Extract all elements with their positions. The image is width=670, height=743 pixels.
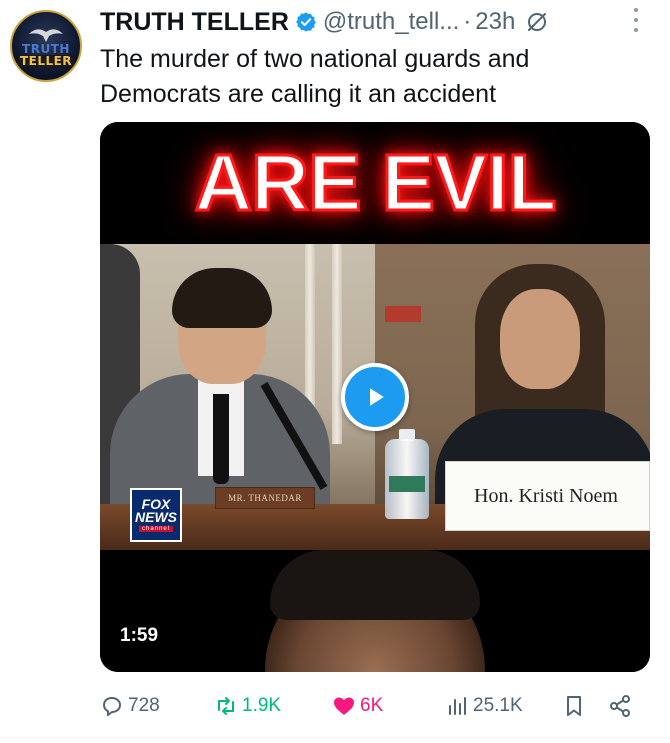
share-button[interactable] [608,694,636,718]
nameplate-left: MR. THANEDAR [215,487,315,509]
post-card[interactable]: TRUTH TELLER TRUTH TELLER @truth_tell...… [0,0,670,743]
repost-count: 1.9K [242,695,282,716]
eagle-icon [29,28,63,42]
background-pillar [332,244,342,444]
bookmark-icon [567,696,581,716]
video-duration: 1:59 [112,622,167,650]
like-count: 6K [360,695,384,716]
grok-icon[interactable] [525,10,549,34]
speaker-left-hair [172,268,272,328]
post-header: TRUTH TELLER @truth_tell... · 23h [100,4,660,40]
speaker-right-head [500,289,580,389]
action-bar: 728 1.9K 6K 25.1K [100,688,645,724]
lower-hair [270,550,480,620]
play-icon [370,388,384,406]
video-media[interactable]: ARE EVIL MR. THANEDAR Hon. Kristi Noem F… [100,122,650,672]
view-count: 25.1K [473,695,523,716]
avatar-logo-line-2: TELLER [17,53,75,68]
speaker-left-tie [213,394,229,484]
exit-sign [385,306,421,322]
headline-band: ARE EVIL [100,122,650,244]
avatar-logo-line-1: TRUTH [22,41,70,56]
reply-count: 728 [128,695,160,716]
headline-text: ARE EVIL [193,137,558,229]
more-options-icon[interactable] [632,8,640,32]
bookmark-button[interactable] [562,694,590,718]
separator-dot: · [463,8,472,35]
reply-button[interactable]: 728 [100,694,160,718]
repost-icon [218,697,234,715]
post-text: The murder of two national guards and De… [100,45,530,108]
fox-news-logo: FOX NEWS channel [130,488,182,542]
like-button[interactable]: 6K [332,694,383,718]
logo-text-channel: channel [138,526,174,532]
nameplate-right: Hon. Kristi Noem [445,461,650,531]
post-divider [0,737,670,738]
lower-frame [100,550,650,672]
views-button[interactable]: 25.1K [445,694,523,718]
play-button[interactable] [341,363,409,431]
reply-icon [103,697,121,716]
share-icon [610,695,630,717]
verified-badge-icon[interactable] [295,11,317,33]
repost-button[interactable]: 1.9K [214,694,281,718]
avatar[interactable]: TRUTH TELLER [10,10,82,82]
water-bottle-label [389,476,425,492]
post-time[interactable]: 23h [475,8,515,36]
heart-icon [334,697,354,715]
handle[interactable]: @truth_tell... [323,8,459,36]
views-icon [449,697,466,715]
display-name[interactable]: TRUTH TELLER [100,8,289,37]
logo-text-news: NEWS [135,509,177,525]
